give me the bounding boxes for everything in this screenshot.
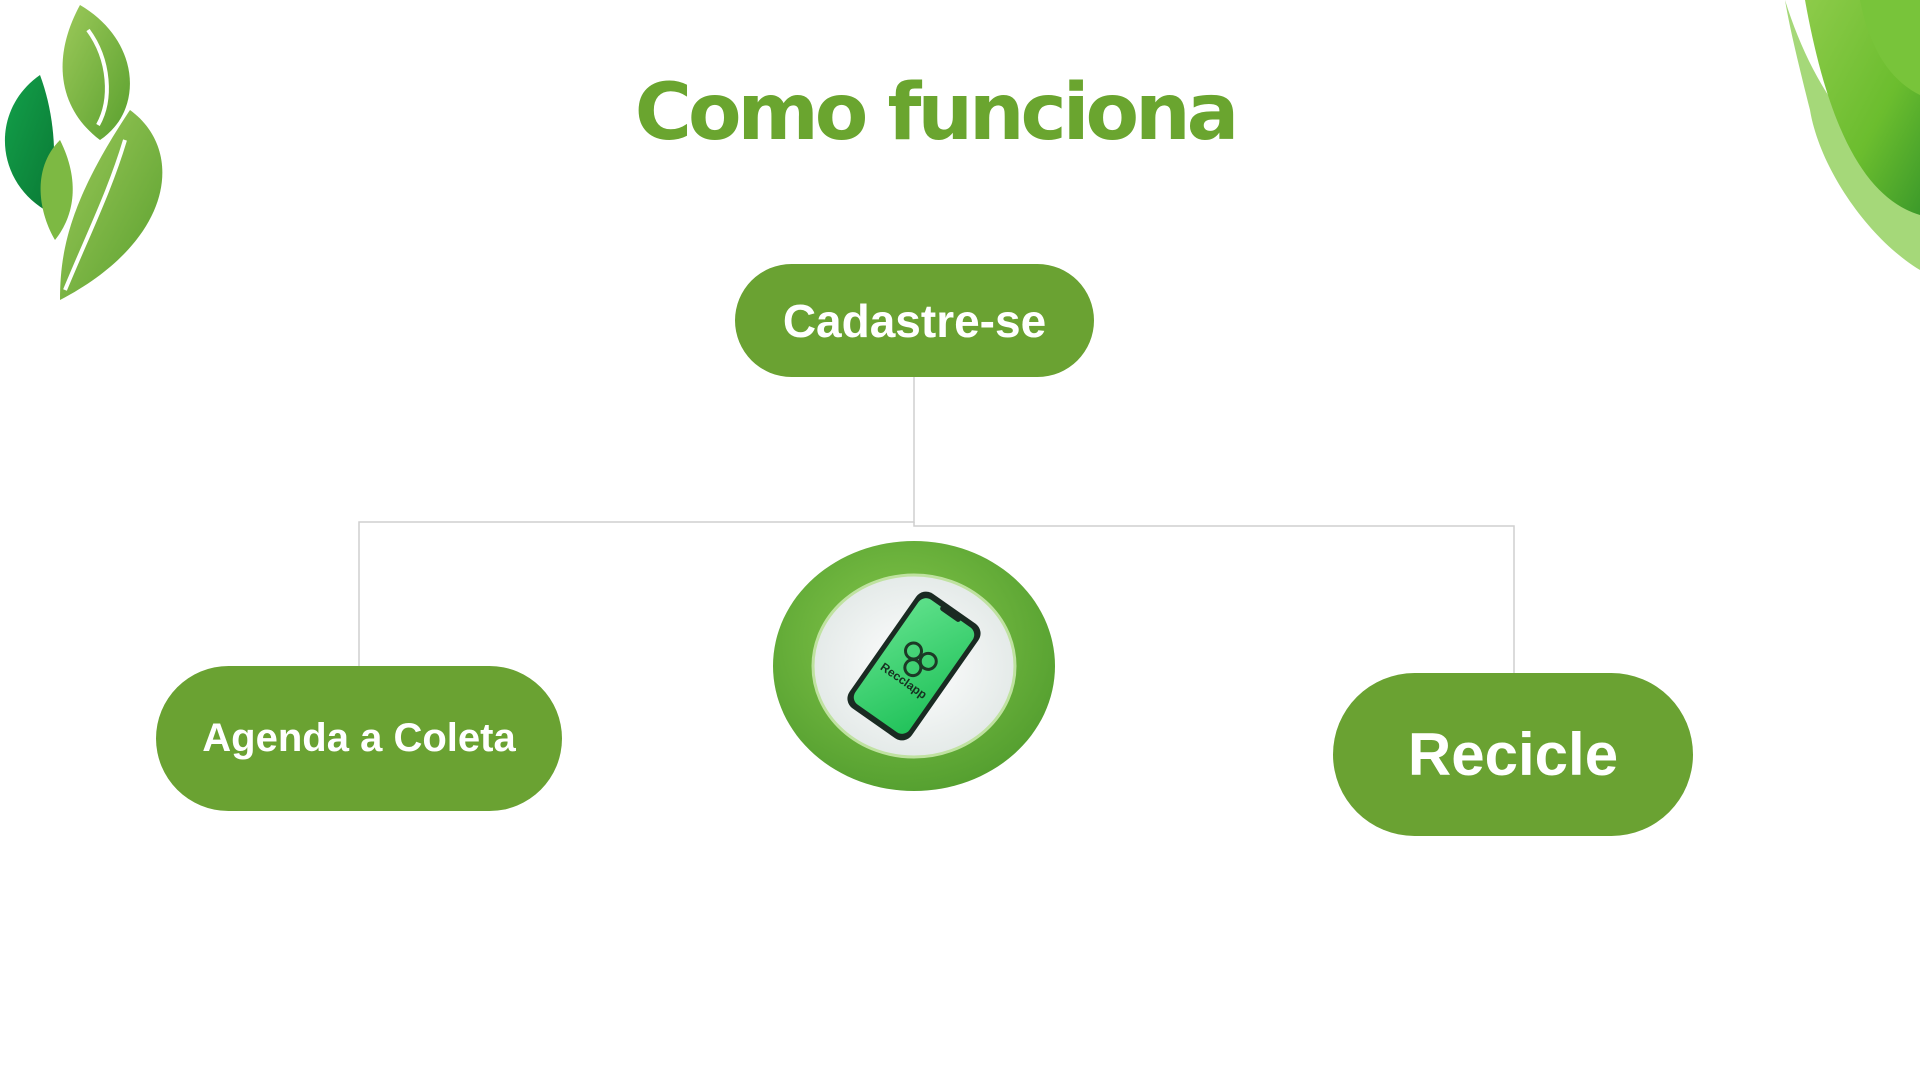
step-agenda-coleta: Agenda a Coleta xyxy=(156,666,562,811)
step-cadastre-se: Cadastre-se xyxy=(735,264,1094,377)
slide: Como funciona Cadastre-se Agenda a Colet… xyxy=(0,0,1920,1080)
step-label: Cadastre-se xyxy=(782,294,1047,347)
step-recicle: Recicle xyxy=(1333,673,1693,836)
step-label: Agenda a Coleta xyxy=(202,716,516,760)
hub-phone-image: Recclapp xyxy=(773,541,1055,791)
page-title: Como funciona xyxy=(634,68,1240,158)
step-label: Recicle xyxy=(1407,721,1619,788)
